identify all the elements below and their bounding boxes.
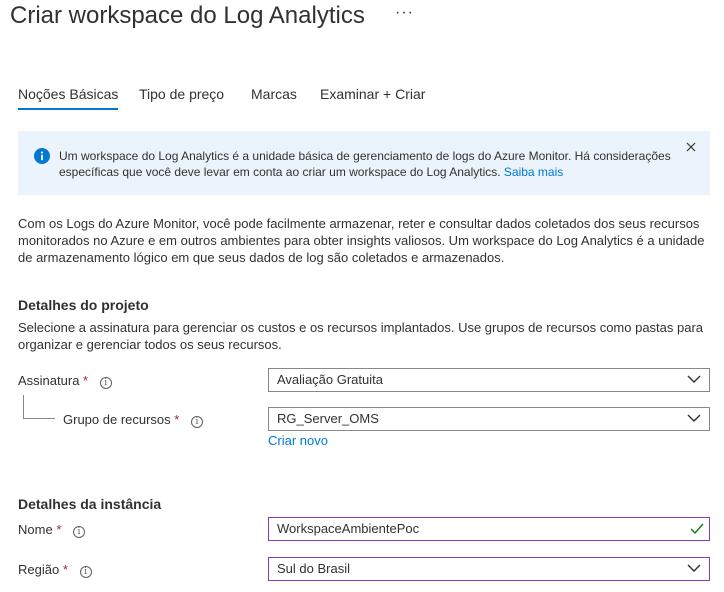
info-text: Um workspace do Log Analytics é a unidad…	[59, 149, 671, 179]
info-help-icon[interactable]: i	[190, 416, 203, 428]
close-icon[interactable]	[685, 141, 697, 153]
resource-group-value: RG_Server_OMS	[277, 411, 379, 426]
required-marker: *	[83, 373, 89, 388]
info-help-icon[interactable]: i	[99, 377, 112, 389]
name-label-text: Nome	[18, 522, 53, 537]
tab-tipo-de-preco[interactable]: Tipo de preço	[139, 86, 224, 102]
chevron-down-icon	[687, 564, 701, 572]
project-details-description: Selecione a assinatura para gerenciar os…	[18, 320, 704, 352]
subscription-dropdown[interactable]: Avaliação Gratuita	[268, 368, 710, 392]
instance-details-heading: Detalhes da instância	[18, 496, 162, 512]
create-new-link[interactable]: Criar novo	[268, 433, 328, 448]
region-value: Sul do Brasil	[277, 561, 350, 576]
region-dropdown[interactable]: Sul do Brasil	[268, 557, 710, 581]
project-details-heading: Detalhes do projeto	[18, 297, 149, 313]
page-title: Criar workspace do Log Analytics	[10, 2, 365, 29]
tab-nocoes-basicas[interactable]: Noções Básicas	[18, 86, 119, 110]
tree-connector	[23, 395, 24, 419]
info-message: Um workspace do Log Analytics é a unidad…	[59, 149, 671, 180]
required-marker: *	[62, 562, 68, 577]
region-label: Região * i	[18, 562, 92, 578]
required-marker: *	[56, 522, 62, 537]
learn-more-link[interactable]: Saiba mais	[504, 165, 563, 179]
info-help-icon[interactable]: i	[73, 526, 85, 538]
chevron-down-icon	[687, 414, 701, 422]
subscription-label: Assinatura * i	[18, 373, 112, 389]
checkmark-icon	[690, 523, 704, 535]
tab-examinar-criar[interactable]: Examinar + Criar	[320, 86, 425, 102]
subscription-value: Avaliação Gratuita	[277, 372, 383, 387]
info-help-icon[interactable]: i	[79, 566, 92, 578]
region-label-text: Região	[18, 562, 60, 577]
tree-connector-branch	[23, 418, 55, 419]
info-banner: Um workspace do Log Analytics é a unidad…	[18, 131, 710, 195]
resource-group-label: Grupo de recursos * i	[63, 412, 203, 428]
chevron-down-icon	[687, 375, 701, 383]
name-label: Nome * i	[18, 522, 85, 538]
tab-marcas[interactable]: Marcas	[251, 86, 297, 102]
workspace-name-value: WorkspaceAmbientePoc	[277, 521, 420, 536]
more-options-button[interactable]: ···	[395, 4, 414, 22]
workspace-name-input[interactable]: WorkspaceAmbientePoc	[268, 517, 710, 541]
intro-paragraph: Com os Logs do Azure Monitor, você pode …	[18, 216, 705, 265]
resource-group-dropdown[interactable]: RG_Server_OMS	[268, 407, 710, 431]
resource-group-label-text: Grupo de recursos	[63, 412, 171, 427]
required-marker: *	[174, 412, 180, 427]
info-circle-icon	[34, 148, 50, 164]
subscription-label-text: Assinatura	[18, 373, 80, 388]
